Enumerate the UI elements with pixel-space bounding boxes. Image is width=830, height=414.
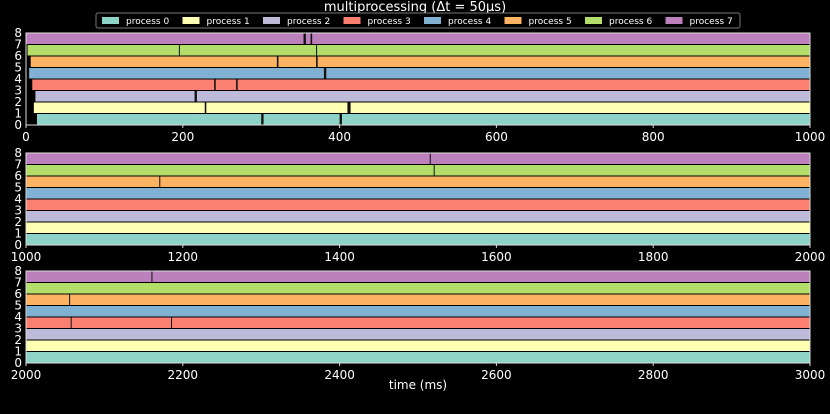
process-7-bar	[26, 153, 810, 164]
process-2-bar	[35, 91, 810, 102]
x-tick-label: 400	[328, 130, 351, 144]
idle-mark	[339, 114, 342, 125]
legend-label: process 6	[609, 17, 652, 27]
idle-mark	[303, 33, 306, 44]
idle-mark	[433, 165, 435, 176]
process-0-bar	[26, 234, 810, 245]
idle-mark	[151, 271, 153, 282]
legend-swatch	[665, 17, 683, 24]
legend-swatch	[504, 17, 522, 24]
process-7-bar	[26, 271, 810, 282]
process-5-bar	[26, 294, 810, 305]
idle-mark	[194, 91, 197, 102]
legend-swatch	[585, 17, 602, 24]
idle-mark	[316, 45, 318, 56]
x-axis-label: time (ms)	[389, 378, 447, 392]
x-tick-label: 1800	[638, 250, 669, 264]
legend-swatch	[424, 17, 441, 24]
panel-2: 0123456782000 2200 2400 2600 2800 3000	[11, 264, 826, 382]
x-tick-label: 2800	[638, 368, 669, 382]
x-tick-label: 1000	[795, 130, 826, 144]
panel-1: 0123456781000 1200 1400 1600 1800 2000	[11, 146, 826, 264]
y-tick-label: 8	[14, 146, 22, 160]
legend: process 0 process 1 process 2 process 3 proc…	[95, 12, 741, 29]
process-1-bar	[26, 222, 810, 233]
timeline-figure: multiprocessing (Δt = 50μs) process 0 pro…	[11, 0, 826, 392]
process-4-bar	[26, 188, 810, 199]
process-1-bar	[26, 340, 810, 351]
x-tick-label: 1400	[324, 250, 355, 264]
idle-mark	[347, 102, 351, 113]
legend-swatch	[102, 17, 119, 24]
idle-mark	[276, 56, 279, 67]
x-tick-label: 3000	[795, 368, 826, 382]
legend-label: process 4	[448, 17, 491, 27]
x-tick-label: 2000	[11, 368, 42, 382]
process-5-bar	[30, 56, 811, 67]
process-4-bar	[29, 68, 811, 79]
y-tick-label: 8	[14, 264, 22, 278]
idle-mark	[323, 68, 327, 79]
process-2-bar	[26, 211, 810, 222]
idle-mark	[159, 176, 161, 187]
idle-mark	[69, 294, 71, 305]
x-tick-label: 2200	[168, 368, 199, 382]
x-tick-label: 2400	[324, 368, 355, 382]
x-tick-label: 200	[171, 130, 194, 144]
idle-mark	[204, 102, 207, 113]
process-0-bar	[26, 352, 810, 363]
legend-label: process 1	[207, 17, 250, 27]
legend-label: process 0	[126, 17, 169, 27]
x-tick-label: 1000	[11, 250, 42, 264]
process-3-bar	[32, 79, 811, 90]
idle-mark	[236, 79, 238, 90]
idle-mark	[429, 153, 431, 164]
process-5-bar	[26, 176, 810, 187]
legend-swatch	[182, 17, 200, 24]
process-6-bar	[26, 165, 810, 176]
legend-label: process 3	[368, 17, 411, 27]
x-tick-label: 2000	[795, 250, 826, 264]
process-6-bar	[27, 45, 811, 56]
idle-mark	[178, 45, 180, 56]
x-tick-label: 600	[485, 130, 508, 144]
x-tick-label: 0	[22, 130, 30, 144]
process-3-bar	[26, 317, 810, 328]
x-tick-label: 2600	[481, 368, 512, 382]
legend-label: process 7	[690, 17, 733, 27]
idle-mark	[261, 114, 264, 125]
y-tick-label: 8	[14, 26, 22, 40]
process-4-bar	[26, 306, 810, 317]
panel-0: 0123456780 200 400 600 800 1000	[14, 26, 825, 144]
idle-mark	[171, 317, 173, 328]
legend-swatch	[343, 17, 361, 24]
x-tick-label: 1200	[168, 250, 199, 264]
legend-label: process 2	[287, 17, 330, 27]
process-6-bar	[26, 283, 810, 294]
x-tick-label: 800	[642, 130, 665, 144]
process-7-bar	[26, 33, 810, 44]
idle-mark	[214, 79, 216, 90]
process-0-bar	[36, 114, 810, 125]
idle-mark	[316, 56, 318, 67]
process-1-bar	[33, 102, 810, 113]
x-tick-label: 1600	[481, 250, 512, 264]
process-3-bar	[26, 199, 810, 210]
idle-mark	[310, 33, 313, 44]
legend-swatch	[263, 17, 280, 24]
legend-label: process 5	[529, 17, 572, 27]
process-2-bar	[26, 329, 810, 340]
idle-mark	[70, 317, 72, 328]
